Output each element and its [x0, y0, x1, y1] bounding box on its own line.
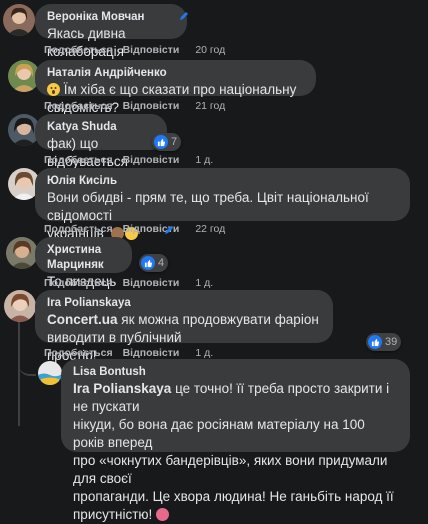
reply-button[interactable]: Відповісти — [123, 154, 180, 166]
comment-author[interactable]: Христина Марциняк — [47, 243, 120, 273]
mention-link[interactable]: Concert.ua — [47, 312, 118, 327]
comment-bubble: Христина Марциняк То пиздець — [35, 237, 132, 306]
comment-time[interactable]: 1 д. — [195, 154, 213, 166]
person-pouting-emoji-icon — [156, 508, 170, 521]
like-button[interactable]: Подобається — [44, 223, 113, 235]
comment-bubble: Lisa Bontush Ira Polianskaya це точно! ї… — [61, 359, 410, 522]
like-button[interactable]: Подобається — [44, 277, 113, 289]
edited-icon — [165, 226, 173, 234]
comment-text: Ira Polianskaya це точно! її треба прост… — [73, 381, 394, 522]
comment-actions: Подобається Відповісти 20 год — [44, 43, 225, 57]
avatar[interactable] — [4, 290, 36, 322]
comment-author[interactable]: Вероніка Мовчан — [47, 10, 175, 25]
reply-button[interactable]: Відповісти — [123, 100, 180, 112]
comment-bubble: Наталія Андрійченко Їм хіба є що сказати… — [35, 60, 316, 115]
comment-author[interactable]: Юлія Кисіль — [47, 174, 398, 189]
avatar-image — [4, 290, 36, 322]
comment-actions: Подобається Відповісти 1 д. — [44, 346, 213, 360]
reaction-count[interactable]: 4 — [139, 254, 169, 272]
reply-button[interactable]: Відповісти — [123, 347, 180, 359]
comment-time[interactable]: 20 год — [195, 44, 225, 56]
comment-actions: Подобається Відповісти 1 д. — [44, 276, 213, 290]
comment-time[interactable]: 21 год — [195, 100, 225, 112]
like-button[interactable]: Подобається — [44, 44, 113, 56]
comment-time[interactable]: 1 д. — [195, 277, 213, 289]
reaction-count[interactable]: 39 — [366, 333, 402, 351]
comment-actions: Подобається Відповісти 21 год — [44, 99, 225, 113]
comment-bubble: Katya Shuda фак) що відбувається — [35, 114, 167, 169]
reply-button[interactable]: Відповісти — [123, 277, 180, 289]
comment-bubble: Ira Polianskaya Concert.ua як можна прод… — [35, 290, 333, 363]
reaction-number: 7 — [171, 136, 178, 148]
like-button[interactable]: Подобається — [44, 154, 113, 166]
like-button[interactable]: Подобається — [44, 100, 113, 112]
mention-link[interactable]: Ira Polianskaya — [73, 381, 171, 396]
reaction-count[interactable]: 7 — [152, 133, 182, 151]
comment-author[interactable]: Ira Polianskaya — [47, 296, 321, 311]
avatar-image — [3, 4, 35, 36]
thread-connector — [18, 352, 36, 376]
avatar[interactable] — [6, 237, 38, 269]
comment-author[interactable]: Lisa Bontush — [73, 365, 398, 380]
comment-actions: Подобається Відповісти 22 год — [44, 222, 225, 236]
avatar-image — [6, 237, 38, 269]
comment-actions: Подобається Відповісти 1 д. — [44, 153, 213, 167]
comment-time[interactable]: 1 д. — [195, 347, 213, 359]
comment-author[interactable]: Наталія Андрійченко — [47, 66, 304, 81]
avatar-image — [38, 361, 62, 385]
comment-bubble: Вероніка Мовчан Якась дивна колаборація — [35, 4, 187, 59]
like-reaction-icon — [141, 256, 155, 270]
astonished-emoji-icon — [47, 83, 60, 96]
like-reaction-icon — [368, 335, 382, 349]
reply-button[interactable]: Відповісти — [123, 44, 180, 56]
comment-bubble: Юлія Кисіль Вони обидві - прям те, що тр… — [35, 168, 410, 241]
like-reaction-icon — [154, 135, 168, 149]
comment-author[interactable]: Katya Shuda — [47, 120, 155, 135]
reaction-number: 39 — [385, 336, 398, 348]
comment-time[interactable]: 22 год — [195, 223, 225, 235]
like-button[interactable]: Подобається — [44, 347, 113, 359]
avatar[interactable] — [3, 4, 35, 36]
edited-icon — [180, 12, 188, 20]
reaction-number: 4 — [158, 257, 165, 269]
avatar[interactable] — [38, 361, 62, 385]
